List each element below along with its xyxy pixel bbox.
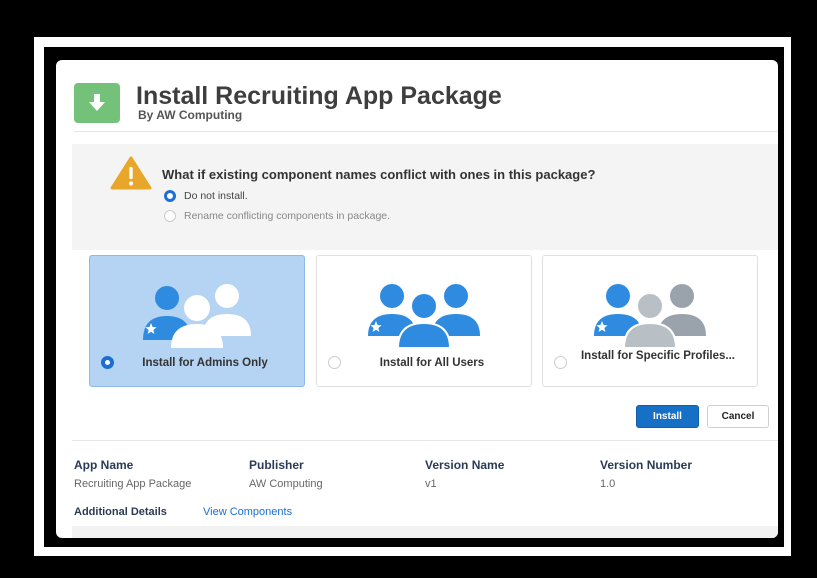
header-app-name: App Name bbox=[74, 458, 134, 472]
value-app-name: Recruiting App Package bbox=[74, 478, 192, 490]
header-divider bbox=[74, 131, 778, 132]
cancel-button[interactable]: Cancel bbox=[707, 405, 769, 428]
radio-all-users[interactable] bbox=[328, 356, 341, 369]
page-title: Install Recruiting App Package bbox=[136, 82, 502, 110]
conflict-section: What if existing component names conflic… bbox=[72, 144, 778, 250]
value-publisher: AW Computing bbox=[249, 478, 323, 490]
warning-icon bbox=[110, 156, 152, 195]
value-version-number: 1.0 bbox=[600, 478, 616, 490]
install-button[interactable]: Install bbox=[636, 405, 699, 428]
specific-profiles-icon bbox=[590, 280, 710, 353]
header-version-number: Version Number bbox=[600, 458, 693, 472]
publisher-line: By AW Computing bbox=[138, 108, 243, 122]
radio-rename-components[interactable] bbox=[164, 210, 176, 222]
tile-install-all-users[interactable]: Install for All Users bbox=[316, 255, 532, 387]
view-components-link[interactable]: View Components bbox=[203, 506, 292, 518]
tile-label: Install for Specific Profiles... bbox=[580, 350, 735, 362]
option-rename-components[interactable]: Rename conflicting components in package… bbox=[164, 210, 390, 222]
details-divider bbox=[72, 440, 778, 441]
radio-do-not-install[interactable] bbox=[164, 190, 176, 202]
option-label: Rename conflicting components in package… bbox=[184, 210, 391, 222]
conflict-question: What if existing component names conflic… bbox=[162, 167, 596, 182]
all-users-icon bbox=[364, 280, 484, 353]
tile-install-specific-profiles[interactable]: Install for Specific Profiles... bbox=[542, 255, 758, 387]
download-arrow-icon bbox=[74, 83, 120, 123]
option-do-not-install[interactable]: Do not install. bbox=[164, 190, 248, 202]
tile-install-admins-only[interactable]: Install for Admins Only bbox=[89, 255, 305, 387]
install-package-card: Install Recruiting App Package By AW Com… bbox=[56, 60, 778, 538]
value-version-name: v1 bbox=[425, 478, 437, 490]
header-publisher: Publisher bbox=[249, 458, 304, 472]
radio-specific-profiles[interactable] bbox=[554, 356, 567, 369]
additional-details-tab[interactable]: Additional Details bbox=[74, 506, 167, 518]
admins-users-icon bbox=[137, 280, 257, 353]
option-label: Do not install. bbox=[184, 190, 248, 202]
header-version-name: Version Name bbox=[425, 458, 505, 472]
tile-label: Install for Admins Only bbox=[142, 357, 268, 369]
radio-admins-only[interactable] bbox=[101, 356, 114, 369]
bottom-panel bbox=[72, 526, 778, 538]
tile-label: Install for All Users bbox=[379, 357, 485, 369]
